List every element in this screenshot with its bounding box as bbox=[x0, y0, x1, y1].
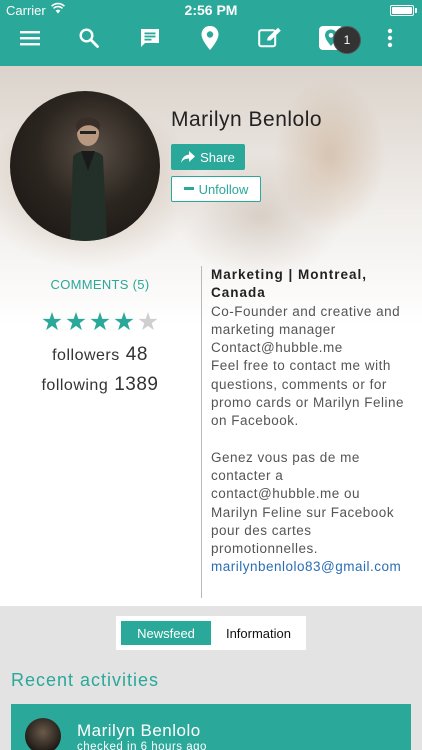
share-icon bbox=[181, 151, 196, 163]
avatar[interactable] bbox=[10, 91, 160, 241]
chat-icon[interactable] bbox=[133, 22, 167, 54]
unfollow-button[interactable]: Unfollow bbox=[171, 176, 261, 202]
profile-name: Marilyn Benlolo bbox=[171, 108, 323, 131]
battery-icon bbox=[390, 5, 417, 16]
about-line bbox=[211, 431, 411, 449]
avatar-photo bbox=[70, 117, 107, 241]
location-pin-icon[interactable] bbox=[193, 22, 227, 54]
star-icon bbox=[90, 312, 110, 331]
profile-section: Marilyn Benlolo Share Unfollow COMMENTS … bbox=[0, 66, 422, 606]
status-time: 2:56 PM bbox=[184, 2, 238, 18]
about-line: Feel free to contact me with questions, … bbox=[211, 358, 405, 429]
toolbar: 1 bbox=[0, 20, 422, 66]
following-stat[interactable]: following 1389 bbox=[0, 374, 200, 396]
activity-time: checked in 6 hours ago bbox=[77, 741, 207, 750]
about-headline: Marketing | Montreal, Canada bbox=[211, 267, 368, 301]
followers-label: followers bbox=[52, 347, 120, 364]
edit-icon[interactable] bbox=[253, 22, 287, 54]
star-icon bbox=[66, 312, 86, 331]
star-icon bbox=[138, 312, 158, 331]
app-header: Carrier 2:56 PM 1 bbox=[0, 0, 422, 66]
share-label: Share bbox=[200, 149, 235, 165]
avatar bbox=[25, 718, 61, 750]
notification-badge[interactable]: 1 bbox=[333, 26, 361, 54]
activity-name: Marilyn Benlolo bbox=[77, 721, 201, 740]
comments-link[interactable]: COMMENTS (5) bbox=[0, 277, 200, 292]
about-text: Marketing | Montreal, Canada Co-Founder … bbox=[211, 266, 411, 577]
email-link[interactable]: marilynbenlolo83@gmail.com bbox=[211, 558, 411, 576]
about-line: Co-Founder and creative and marketing ma… bbox=[211, 303, 401, 337]
minus-icon bbox=[183, 187, 194, 190]
recent-activities-title: Recent activities bbox=[11, 670, 160, 690]
more-vert-icon[interactable] bbox=[373, 22, 407, 54]
tab-newsfeed[interactable]: Newsfeed bbox=[121, 621, 211, 645]
following-count: 1389 bbox=[114, 374, 159, 395]
unfollow-label: Unfollow bbox=[198, 181, 249, 197]
tab-bar: Newsfeed Information bbox=[116, 616, 306, 650]
menu-icon[interactable] bbox=[13, 22, 47, 54]
following-label: following bbox=[41, 377, 109, 394]
followers-count: 48 bbox=[125, 344, 148, 365]
about-line: Contact@hubble.me bbox=[211, 340, 343, 356]
list-item[interactable]: Marilyn Benlolo checked in 6 hours ago bbox=[11, 704, 411, 750]
share-button[interactable]: Share bbox=[171, 144, 245, 170]
star-icon bbox=[42, 312, 62, 331]
tab-information[interactable]: Information bbox=[216, 621, 301, 645]
search-icon[interactable] bbox=[72, 22, 106, 54]
followers-stat[interactable]: followers 48 bbox=[0, 344, 200, 366]
rating-stars bbox=[42, 312, 158, 331]
column-divider bbox=[201, 266, 202, 598]
star-icon bbox=[114, 312, 134, 331]
status-bar: Carrier 2:56 PM bbox=[0, 0, 422, 20]
about-line: Genez vous pas de me contacter a contact… bbox=[211, 449, 395, 557]
